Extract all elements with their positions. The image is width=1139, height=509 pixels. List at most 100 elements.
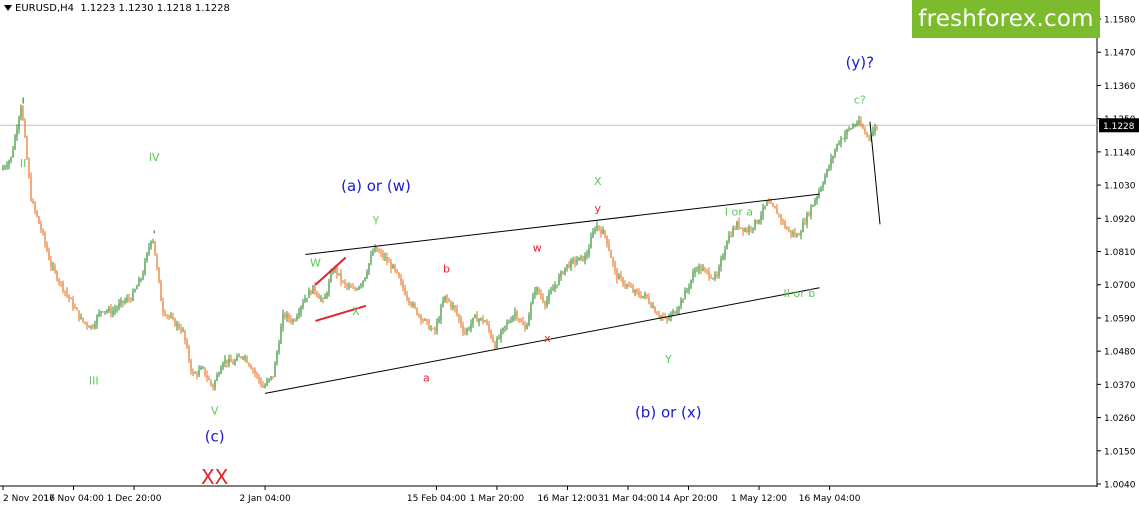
candle-body [736, 221, 738, 229]
price-tick-label: 1.1580 [1104, 16, 1136, 26]
candle-body [204, 367, 206, 376]
candle-body [102, 311, 104, 313]
upper-channel-line [305, 193, 820, 256]
candle-body [778, 213, 780, 215]
candle-body [718, 266, 720, 276]
candle-body [586, 254, 588, 256]
candle-body [676, 310, 678, 314]
candle-body [478, 319, 480, 322]
price-axis: 1.15801.14701.13601.12501.11401.10301.09… [1097, 16, 1139, 491]
candle-body [500, 330, 502, 338]
candle-body [280, 327, 282, 344]
candle-body [374, 246, 376, 252]
candle-body [446, 295, 448, 300]
candle-body [820, 187, 822, 192]
candle-body [564, 267, 566, 274]
candle-body [400, 277, 402, 282]
candle-body [526, 325, 528, 329]
candle-body [836, 143, 838, 151]
candle-body [402, 281, 404, 289]
candle-body [192, 370, 194, 374]
candle-body [792, 232, 794, 235]
candle-body [134, 289, 136, 292]
candle-body [580, 256, 582, 258]
candle-body [722, 256, 724, 260]
candle-body [786, 227, 788, 230]
candle-body [96, 315, 98, 325]
dropdown-triangle-icon[interactable] [4, 5, 12, 11]
time-tick-label: 1 Dec 20:00 [107, 494, 162, 504]
candle-body [610, 250, 612, 258]
candle-body [448, 299, 450, 302]
candle-body [100, 311, 102, 313]
wave-label: IV [149, 151, 160, 164]
candle-body [20, 106, 22, 118]
wave-label: XX [201, 465, 229, 489]
candle-body [544, 301, 546, 306]
candle-body [144, 260, 146, 274]
candle-body [318, 295, 320, 299]
candle-body [406, 294, 408, 299]
candle-body [104, 311, 106, 312]
candle-body [158, 267, 160, 282]
candle-body [450, 301, 452, 307]
ohlc-values: 1.1223 1.1230 1.1218 1.1228 [80, 3, 230, 14]
candle-body [570, 260, 572, 268]
candle-body [320, 298, 322, 300]
candle-body [314, 285, 316, 292]
candle-body [416, 307, 418, 315]
candle-body [220, 368, 222, 374]
candle-body [10, 156, 12, 161]
wave-label: b [443, 263, 450, 276]
candle-body [8, 160, 10, 166]
candle-body [546, 300, 548, 306]
candle-body [730, 235, 732, 237]
wave-labels: II IVIIIV(c)XXWXY(a) or (w)abwxyXY(b) or … [20, 53, 874, 489]
candle-body [520, 320, 522, 322]
candle-body [748, 227, 750, 233]
candle-body [18, 117, 20, 129]
candle-body [290, 318, 292, 322]
candle-body [750, 227, 752, 230]
candle-body [598, 225, 600, 230]
candle-body [498, 337, 500, 339]
price-chart[interactable]: II IVIIIV(c)XXWXY(a) or (w)abwxyXY(b) or … [0, 0, 1139, 509]
candle-body [810, 206, 812, 216]
candle-body [24, 120, 26, 138]
candle-body [46, 243, 48, 252]
candle-body [650, 303, 652, 308]
candle-body [346, 284, 348, 287]
candle-body [850, 128, 852, 130]
plot-frame [0, 0, 1098, 487]
candle-body [384, 256, 386, 258]
candle-body [44, 233, 46, 244]
wave-label: w [533, 242, 542, 255]
candle-body [128, 298, 130, 299]
candle-body [646, 294, 648, 298]
candle-body [672, 311, 674, 314]
candle-body [626, 284, 628, 286]
candle-body [622, 277, 624, 285]
candle-body [788, 229, 790, 231]
candle-body [166, 315, 168, 317]
candle-body [582, 256, 584, 261]
candle-body [698, 266, 700, 271]
wave-label: (b) or (x) [635, 404, 702, 422]
candle-body [522, 321, 524, 326]
time-tick-label: 1 Mar 20:00 [470, 494, 525, 504]
candle-body [394, 265, 396, 270]
wave-label: x [544, 332, 551, 345]
candle-body [22, 106, 24, 121]
candle-body [252, 368, 254, 370]
candle-body [304, 298, 306, 303]
candle-body [354, 288, 356, 290]
candle-body [194, 373, 196, 374]
candle-body [474, 314, 476, 318]
candle-body [156, 255, 158, 268]
candle-body [696, 270, 698, 271]
candle-body [326, 292, 328, 297]
current-price-label: 1.1228 [1103, 122, 1135, 132]
candle-body [754, 220, 756, 228]
candle-body [440, 306, 442, 320]
time-tick-label: 16 Mar 12:00 [537, 494, 597, 504]
